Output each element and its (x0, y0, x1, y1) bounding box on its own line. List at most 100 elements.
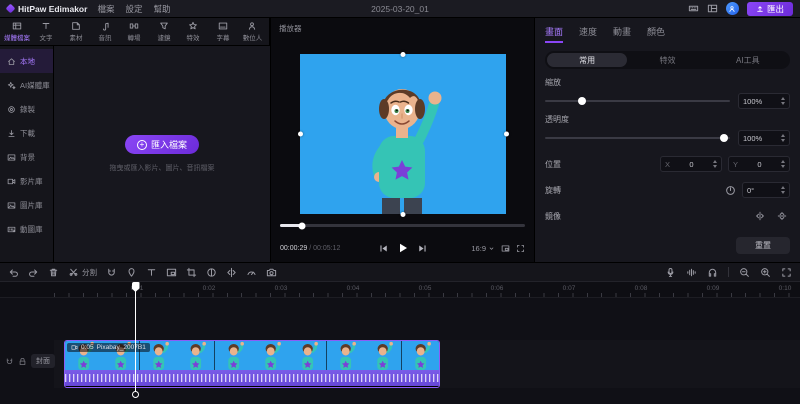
ribbon-item-digital-human[interactable]: 數位人 (238, 21, 267, 43)
position-y-stepper[interactable] (781, 160, 785, 168)
reset-button[interactable]: 重置 (736, 237, 790, 254)
sidebar-item-local[interactable]: 本地 (0, 49, 53, 73)
import-panel[interactable]: + 匯入檔案 拖曳或匯入影片、圖片、音訊檔案 (54, 46, 270, 262)
opacity-slider-knob[interactable] (720, 134, 729, 142)
opacity-slider[interactable] (545, 134, 730, 142)
scale-stepper[interactable] (781, 97, 785, 105)
timeline-zoom-out-button[interactable] (739, 267, 750, 278)
flip-horizontal-button[interactable] (752, 208, 768, 224)
undo-button[interactable] (8, 267, 19, 278)
progress-knob[interactable] (298, 222, 306, 229)
position-y-input[interactable]: Y 0 (728, 156, 790, 172)
fullscreen-icon[interactable] (516, 244, 525, 253)
voice-effect-button[interactable] (707, 267, 718, 278)
edimakor-app: HitPaw Edimakor 檔案 設定 幫助 2025-03-20_01 匯出 … (0, 0, 800, 404)
playback-progress-bar[interactable] (280, 222, 525, 229)
marker-button[interactable] (126, 267, 137, 278)
track-lock-icon[interactable] (18, 357, 27, 366)
timeline-tracks[interactable]: 封面 0:05 Pixabay_2007B1 (0, 298, 800, 404)
ribbon-item-subtitle[interactable]: 字幕 (208, 21, 237, 43)
transform-handle-bottom[interactable] (400, 211, 406, 217)
sidebar-item-download[interactable]: 下載 (0, 121, 53, 145)
video-canvas[interactable] (297, 51, 509, 217)
text-tool-button[interactable] (146, 267, 157, 278)
sidebar-item-video-library[interactable]: 影片庫 (0, 169, 53, 193)
menu-help[interactable]: 幫助 (153, 3, 170, 15)
split-button[interactable]: 分割 (68, 267, 97, 278)
ribbon-item-effects[interactable]: 特效 (179, 21, 208, 43)
clip-thumbnail (401, 341, 439, 370)
rotate-value-box[interactable]: 0° (742, 182, 790, 198)
sidebar-item-gif-library[interactable]: 動圖庫 (0, 217, 53, 241)
crop-button[interactable] (186, 267, 197, 278)
cover-button[interactable]: 封面 (31, 354, 55, 368)
ribbon-item-filter[interactable]: 濾鏡 (149, 21, 178, 43)
sidebar-item-label: 本地 (20, 56, 35, 66)
avatar[interactable] (725, 2, 739, 15)
sidebar-item-background[interactable]: 背景 (0, 145, 53, 169)
rotate-stepper[interactable] (781, 186, 785, 194)
wave-icon (687, 268, 696, 276)
timeline-ruler[interactable]: 0:010:020:030:040:050:060:070:080:090:10 (0, 282, 800, 298)
sidebar-item-label: 圖片庫 (20, 200, 43, 210)
ribbon-item-transition[interactable]: 轉場 (120, 21, 149, 43)
subtitle-icon (218, 22, 227, 29)
pip-button[interactable] (166, 267, 177, 278)
subtab-common[interactable]: 常用 (547, 53, 628, 67)
transform-handle-left[interactable] (297, 131, 303, 137)
transform-handle-top[interactable] (400, 51, 406, 57)
scale-value-box[interactable]: 100% (738, 93, 790, 109)
sidebar-item-record[interactable]: 錄製 (0, 97, 53, 121)
mirror-button[interactable] (226, 267, 237, 278)
ribbon-item-audio[interactable]: 音訊 (90, 21, 119, 43)
scale-slider-knob[interactable] (578, 97, 586, 105)
timeline-zoom-in-button[interactable] (760, 267, 771, 278)
position-x-input[interactable]: X 0 (660, 156, 722, 172)
mask-button[interactable] (206, 267, 217, 278)
playhead-bottom-dot[interactable] (132, 391, 139, 398)
clip-thumbnail (252, 341, 290, 370)
tab-color[interactable]: 顏色 (647, 25, 665, 43)
pip-icon (166, 268, 177, 276)
import-files-button[interactable]: + 匯入檔案 (124, 135, 199, 154)
play-button[interactable] (397, 242, 409, 254)
tab-animation[interactable]: 動畫 (613, 25, 631, 43)
next-frame-button[interactable] (418, 244, 427, 253)
ribbon-item-text[interactable]: 文字 (31, 21, 60, 43)
snapshot-button[interactable] (266, 267, 277, 278)
sidebar-item-ai-media[interactable]: AI媒體庫 (0, 73, 53, 97)
opacity-stepper[interactable] (781, 134, 785, 142)
sidebar-item-image-library[interactable]: 圖片庫 (0, 193, 53, 217)
opacity-row: 100% (545, 130, 790, 146)
audio-denoise-button[interactable] (686, 267, 697, 278)
position-x-stepper[interactable] (713, 160, 717, 168)
record-voiceover-button[interactable] (665, 267, 676, 278)
track-magnet-icon[interactable] (5, 357, 14, 366)
aspect-ratio-select[interactable]: 16:9 (471, 244, 495, 253)
magnet-snap-button[interactable] (106, 267, 117, 278)
previous-frame-button[interactable] (379, 244, 388, 253)
layout-icon[interactable] (707, 3, 718, 14)
ribbon-item-sticker[interactable]: 素材 (61, 21, 90, 43)
delete-button[interactable] (48, 267, 59, 278)
subtab-ai-tools[interactable]: AI工具 (708, 53, 788, 67)
subtab-effects[interactable]: 特效 (627, 53, 707, 67)
transform-handle-right[interactable] (503, 131, 509, 137)
redo-button[interactable] (28, 267, 39, 278)
speed-button[interactable] (246, 267, 257, 278)
opacity-value-box[interactable]: 100% (738, 130, 790, 146)
export-button[interactable]: 匯出 (746, 1, 793, 16)
tab-speed[interactable]: 速度 (579, 25, 597, 43)
fit-timeline-button[interactable] (781, 267, 792, 278)
ribbon-item-media[interactable]: 媒體檔案 (2, 21, 31, 43)
flip-vertical-button[interactable] (774, 208, 790, 224)
menu-file[interactable]: 檔案 (97, 3, 114, 15)
tab-screen[interactable]: 畫面 (545, 25, 564, 43)
playhead[interactable] (131, 282, 140, 398)
scale-slider[interactable] (545, 97, 730, 105)
video-clip[interactable]: 0:05 Pixabay_2007B1 (64, 340, 440, 388)
rotate-dial-icon[interactable] (725, 185, 736, 196)
keyboard-icon[interactable] (688, 3, 699, 14)
preview-quality-icon[interactable] (501, 244, 510, 253)
menu-settings[interactable]: 設定 (125, 3, 142, 15)
